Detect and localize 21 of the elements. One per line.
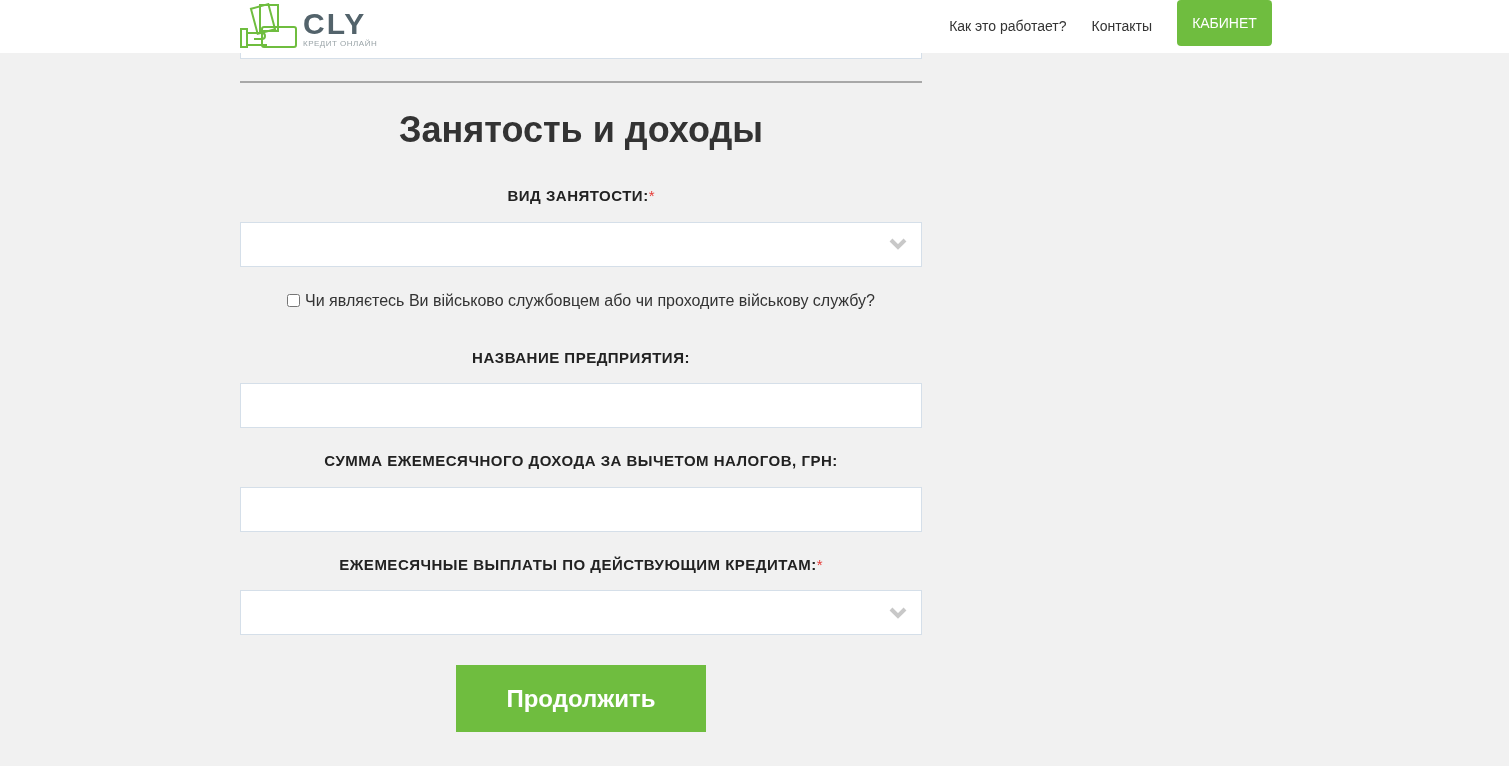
required-mark: * bbox=[648, 186, 655, 206]
logo-tagline: КРЕДИТ ОНЛАЙН bbox=[303, 39, 378, 48]
select-field[interactable] bbox=[240, 590, 922, 635]
field-label: СУММА ЕЖЕМЕСЯЧНОГО ДОХОДА ЗА ВЫЧЕТОМ НАЛОГОВ, ГРН: bbox=[324, 451, 838, 471]
select-field[interactable] bbox=[240, 221, 922, 267]
section-title: Занятость и доходы bbox=[397, 108, 765, 152]
text-input-field[interactable] bbox=[240, 383, 922, 428]
text-input-field[interactable] bbox=[240, 486, 922, 532]
field-label: ВИД ЗАНЯТОСТИ: bbox=[507, 186, 649, 206]
logo-icon bbox=[240, 3, 299, 50]
chevron-down-icon bbox=[889, 606, 907, 619]
checkbox[interactable] bbox=[287, 294, 301, 307]
nav-link[interactable]: Контакты bbox=[1091, 16, 1152, 37]
required-mark: * bbox=[816, 554, 823, 575]
checkbox-label: Чи являєтесь Ви військово службовцем або чи проходите військову службу? bbox=[305, 290, 875, 311]
field-label: ЕЖЕМЕСЯЧНЫЕ ВЫПЛАТЫ ПО ДЕЙСТВУЮЩИМ КРЕДИТАМ: bbox=[339, 554, 817, 575]
nav-link[interactable]: Как это работает? bbox=[949, 16, 1067, 37]
chevron-down-icon bbox=[889, 238, 907, 250]
logo-name: CLY bbox=[303, 9, 367, 39]
field-label: НАЗВАНИЕ ПРЕДПРИЯТИЯ: bbox=[472, 347, 690, 368]
input-field[interactable] bbox=[240, 53, 922, 59]
